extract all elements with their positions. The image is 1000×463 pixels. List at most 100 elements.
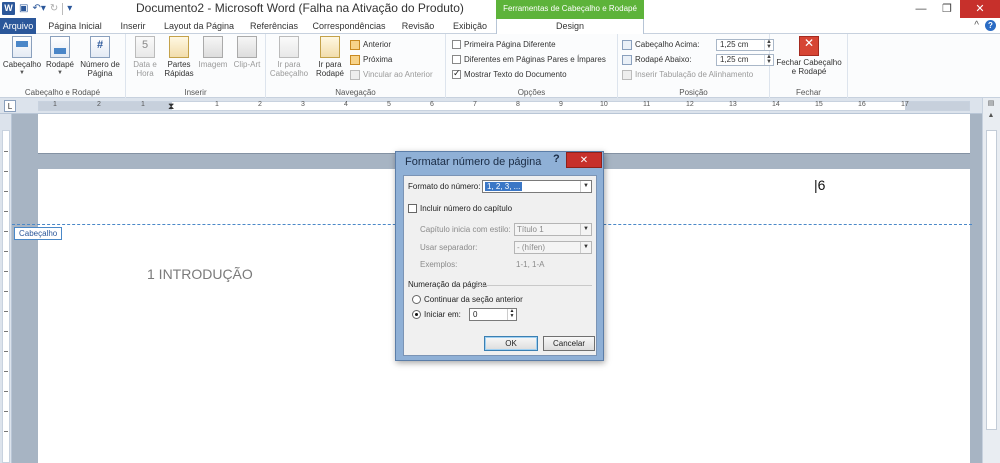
collapse-ribbon-icon[interactable]: ^ bbox=[974, 20, 979, 31]
group-label: Fechar bbox=[796, 88, 821, 97]
ruler-number: 11 bbox=[643, 101, 651, 108]
tab-references[interactable]: Referências bbox=[242, 18, 306, 34]
vertical-scrollbar[interactable]: ▤ ▲ bbox=[982, 98, 1000, 463]
ruler-number: 3 bbox=[301, 101, 305, 108]
page-number-button[interactable]: Número de Página bbox=[78, 36, 122, 78]
examples-label: Exemplos: bbox=[420, 260, 458, 269]
quick-parts-button[interactable]: Partes Rápidas bbox=[162, 36, 196, 78]
previous-button[interactable]: Anterior bbox=[350, 38, 391, 51]
cancel-button[interactable]: Cancelar bbox=[543, 336, 595, 351]
ok-button[interactable]: OK bbox=[484, 336, 538, 351]
redo-icon[interactable]: ↻ bbox=[50, 2, 58, 15]
go-to-footer-button[interactable]: Ir para Rodapé bbox=[312, 36, 348, 78]
ruler-number: 13 bbox=[729, 101, 737, 108]
close-window-button[interactable]: ✕ bbox=[960, 0, 1000, 18]
header-button[interactable]: Cabeçalho ▼ bbox=[2, 36, 42, 78]
qat-separator bbox=[62, 2, 64, 15]
start-at-radio[interactable]: Iniciar em: bbox=[412, 310, 461, 319]
footer-from-bottom-spinner[interactable]: 1,25 cm ▲ ▼ bbox=[716, 53, 774, 66]
date-time-button[interactable]: Data e Hora bbox=[128, 36, 162, 78]
previous-label: Anterior bbox=[363, 40, 392, 49]
footer-from-bottom-value[interactable]: 1,25 cm bbox=[717, 55, 764, 64]
left-indent-marker-icon[interactable]: ⧗ bbox=[168, 101, 174, 112]
chevron-down-icon: ▼ bbox=[19, 70, 25, 76]
word-app-icon[interactable]: W bbox=[2, 2, 15, 15]
start-at-spinner[interactable]: 0 ▲ ▼ bbox=[469, 308, 517, 321]
include-chapter-label: Incluir número do capítulo bbox=[420, 204, 513, 213]
maximize-button[interactable]: ❐ bbox=[934, 0, 960, 18]
radio-unselected bbox=[412, 295, 421, 304]
ruler-number: 1 bbox=[53, 101, 57, 108]
image-button[interactable]: Imagem bbox=[196, 36, 230, 69]
insert-alignment-tab-label: Inserir Tabulação de Alinhamento bbox=[635, 70, 754, 79]
number-format-dropdown[interactable]: 1, 2, 3, ... ▼ bbox=[482, 180, 592, 193]
ruler-tick bbox=[4, 191, 8, 192]
insert-alignment-tab-button[interactable]: Inserir Tabulação de Alinhamento bbox=[622, 68, 753, 81]
ribbon: Cabeçalho ▼ Rodapé ▼ Número de Página Ca… bbox=[0, 34, 1000, 98]
group-navigation: Ir para Cabeçalho Ir para Rodapé Anterio… bbox=[266, 34, 446, 98]
first-page-different-checkbox[interactable]: Primeira Página Diferente bbox=[452, 38, 556, 51]
dialog-close-button[interactable]: ✕ bbox=[566, 152, 602, 168]
ruler-toggle-icon[interactable]: ▤ bbox=[983, 98, 999, 110]
odd-even-different-checkbox[interactable]: Diferentes em Páginas Pares e Ímpares bbox=[452, 53, 606, 66]
ruler-track[interactable]: 1 2 1 ⧗ 1 2 3 4 5 6 7 8 9 10 11 12 13 14… bbox=[38, 101, 970, 111]
ruler-tick bbox=[4, 411, 8, 412]
ruler-tick bbox=[4, 431, 8, 432]
link-to-previous-button[interactable]: Vincular ao Anterior bbox=[350, 68, 433, 81]
tab-file[interactable]: Arquivo bbox=[0, 18, 36, 34]
tab-review[interactable]: Revisão bbox=[392, 18, 444, 34]
customize-icon[interactable]: ▾ bbox=[67, 2, 72, 15]
header-from-top-spinner[interactable]: 1,25 cm ▲ ▼ bbox=[716, 38, 774, 51]
tab-design[interactable]: Design bbox=[496, 17, 644, 34]
tab-selector[interactable]: L bbox=[4, 100, 16, 112]
right-margin-zone bbox=[905, 102, 969, 110]
tab-mailings[interactable]: Correspondências bbox=[306, 18, 392, 34]
chapter-style-dropdown[interactable]: Título 1 ▼ bbox=[514, 223, 592, 236]
go-to-header-button[interactable]: Ir para Cabeçalho bbox=[268, 36, 310, 78]
quick-parts-icon bbox=[169, 36, 189, 58]
undo-icon[interactable]: ↶▾ bbox=[32, 2, 45, 15]
help-icon[interactable]: ? bbox=[985, 20, 996, 31]
show-document-text-checkbox[interactable]: Mostrar Texto do Documento bbox=[452, 68, 567, 81]
tab-page-layout[interactable]: Layout da Página bbox=[156, 18, 242, 34]
ruler-number: 5 bbox=[387, 101, 391, 108]
tab-row-right: ^ ? bbox=[974, 20, 996, 31]
ruler-number: 8 bbox=[516, 101, 520, 108]
footer-from-bottom-field: Rodapé Abaixo: 1,25 cm ▲ ▼ bbox=[622, 53, 774, 66]
close-header-footer-button[interactable]: Fechar Cabeçalho e Rodapé bbox=[772, 36, 846, 76]
separator-dropdown[interactable]: - (hífen) ▼ bbox=[514, 241, 592, 254]
tab-home[interactable]: Página Inicial bbox=[38, 18, 112, 34]
footer-button[interactable]: Rodapé ▼ bbox=[44, 36, 76, 78]
spinner-arrows-icon[interactable]: ▲ ▼ bbox=[507, 309, 516, 320]
checkbox-unchecked bbox=[408, 204, 417, 213]
ruler-tick bbox=[4, 211, 8, 212]
ruler-number: 1 bbox=[215, 101, 219, 108]
close-header-footer-label-1: Fechar Cabeçalho bbox=[776, 58, 842, 67]
clipart-button[interactable]: Clip-Art bbox=[230, 36, 264, 69]
group-label: Cabeçalho e Rodapé bbox=[24, 88, 101, 97]
ruler-number: 16 bbox=[858, 101, 866, 108]
go-to-header-icon bbox=[279, 36, 299, 58]
page-number-icon bbox=[90, 36, 110, 58]
previous-page-bottom bbox=[38, 114, 970, 154]
dialog-title: Formatar número de página bbox=[405, 156, 542, 168]
save-icon[interactable]: ▣ bbox=[19, 2, 28, 15]
link-icon bbox=[350, 69, 360, 80]
minimize-button[interactable]: — bbox=[908, 0, 934, 18]
continue-from-previous-radio[interactable]: Continuar da seção anterior bbox=[412, 295, 523, 304]
vertical-ruler-track[interactable] bbox=[2, 130, 10, 463]
page-numbering-section: Numeração da página bbox=[408, 280, 592, 289]
start-at-value[interactable]: 0 bbox=[473, 310, 477, 319]
chevron-down-icon: ▼ bbox=[57, 70, 63, 76]
next-button[interactable]: Próxima bbox=[350, 53, 392, 66]
group-label: Posição bbox=[679, 88, 708, 97]
scrollbar-thumb[interactable] bbox=[986, 130, 997, 430]
tab-insert[interactable]: Inserir bbox=[112, 18, 154, 34]
include-chapter-checkbox[interactable]: Incluir número do capítulo bbox=[408, 204, 512, 213]
help-icon[interactable]: ? bbox=[553, 153, 563, 165]
document-heading[interactable]: 1 INTRODUÇÃO bbox=[147, 266, 253, 282]
header-from-top-value[interactable]: 1,25 cm bbox=[717, 40, 764, 49]
tab-view[interactable]: Exibição bbox=[444, 18, 496, 34]
close-icon bbox=[799, 36, 819, 56]
scroll-up-icon[interactable]: ▲ bbox=[983, 110, 999, 122]
